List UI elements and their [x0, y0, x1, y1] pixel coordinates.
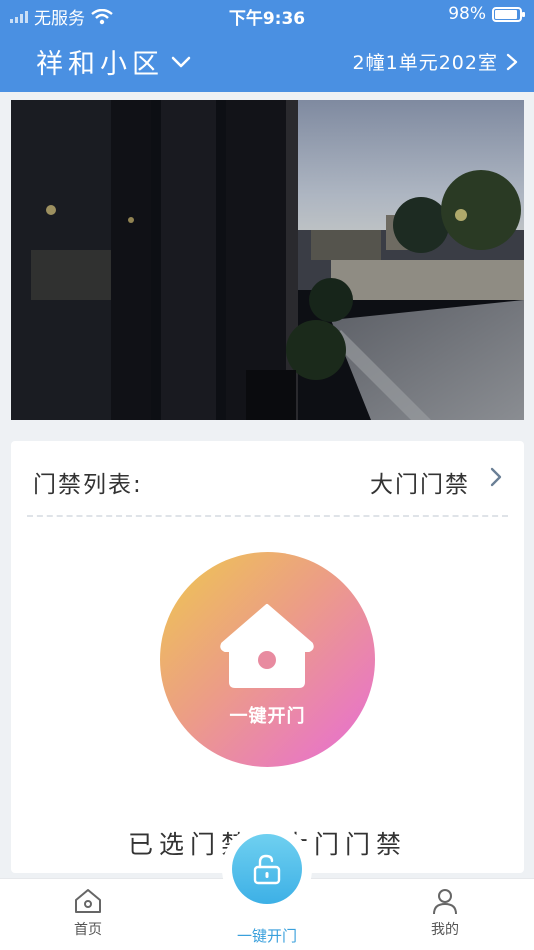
- chevron-right-icon: [506, 53, 518, 70]
- door-card: 门禁列表: 大门门禁 一键开门 已选门禁：大门门禁: [11, 441, 524, 873]
- community-name: 祥和小区: [36, 49, 164, 80]
- house-icon: [220, 604, 314, 688]
- home-icon: [75, 889, 101, 913]
- unlock-icon: [253, 854, 281, 885]
- tab-open-label[interactable]: 一键开门: [217, 925, 317, 946]
- door-list-label: 门禁列表:: [33, 472, 143, 498]
- nav-row: 祥和小区 2幢1单元202室: [0, 36, 534, 86]
- camera-video-feed[interactable]: [11, 100, 524, 420]
- user-icon: [433, 889, 457, 915]
- battery-icon: [492, 6, 525, 22]
- chevron-right-icon: [490, 467, 502, 487]
- room-selector[interactable]: 2幢1单元202室: [353, 48, 518, 75]
- one-key-open-label: 一键开门: [229, 706, 306, 727]
- battery-percent: 98%: [448, 4, 486, 24]
- divider: [27, 515, 508, 517]
- tab-home[interactable]: 首页: [48, 887, 128, 939]
- community-selector[interactable]: 祥和小区: [36, 42, 192, 81]
- tab-mine[interactable]: 我的: [405, 887, 485, 939]
- tab-home-label: 首页: [74, 922, 102, 938]
- camera-night-scene: [11, 100, 524, 420]
- chevron-down-icon: [171, 56, 191, 67]
- room-name: 2幢1单元202室: [352, 52, 498, 74]
- door-list-row[interactable]: 门禁列表: 大门门禁: [11, 441, 524, 519]
- header: 无服务 下午9:36 98% 祥和小区 2幢1单元202室: [0, 0, 534, 92]
- status-bar: 无服务 下午9:36 98%: [0, 0, 534, 30]
- tab-mine-label: 我的: [431, 922, 459, 938]
- one-key-open-button[interactable]: 一键开门: [160, 552, 375, 767]
- tab-open-button[interactable]: [232, 834, 302, 904]
- door-list-value: 大门门禁: [370, 472, 470, 498]
